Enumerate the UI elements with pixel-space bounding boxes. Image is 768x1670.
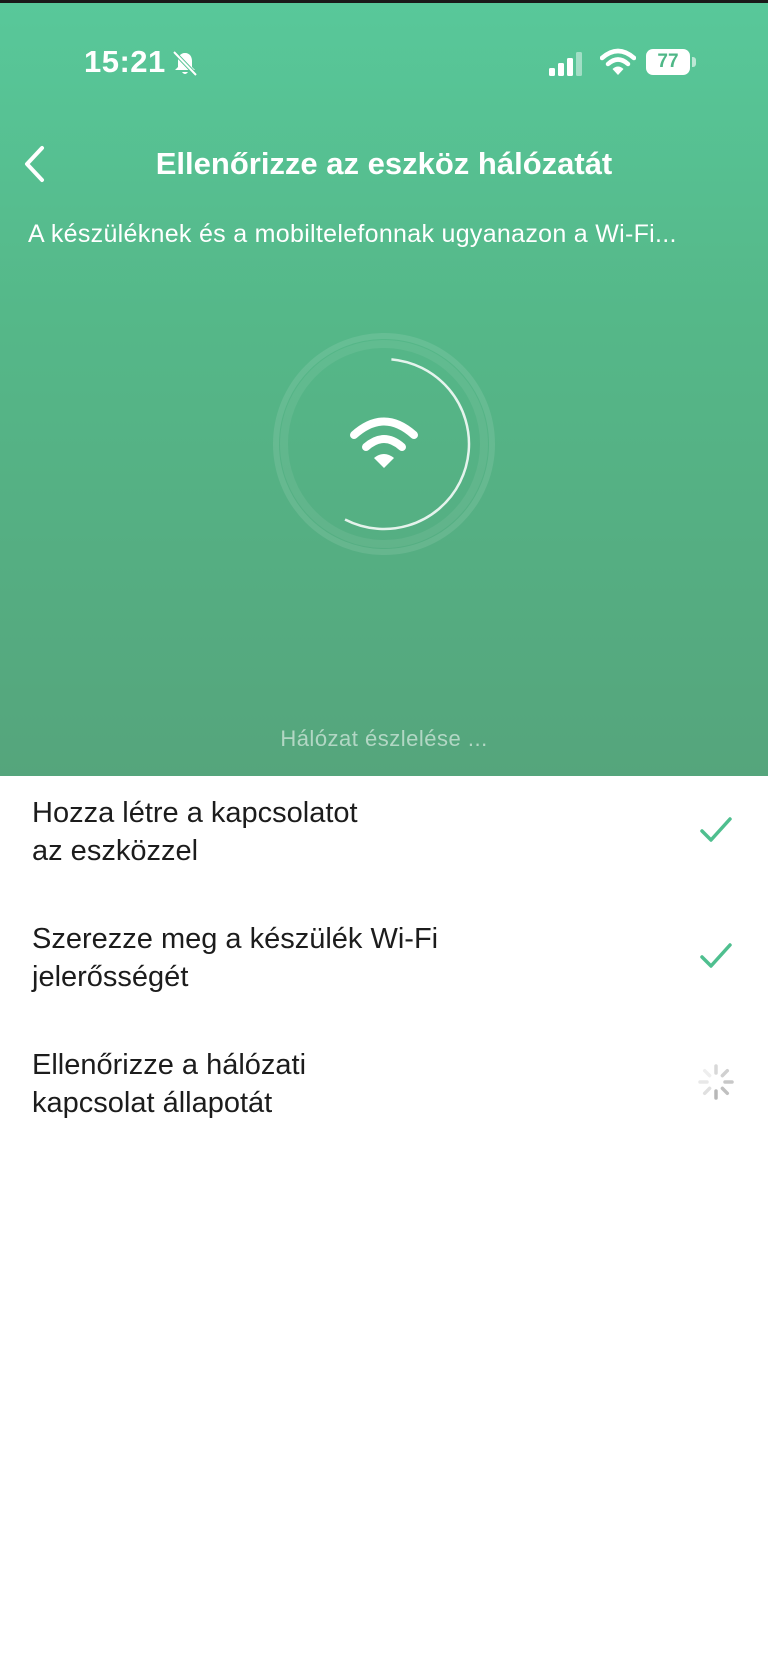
list-item: Szerezze meg a készülék Wi-Fi jelerősség… — [0, 920, 768, 1020]
step-label-line1: Ellenőrizze a hálózati — [32, 1049, 307, 1081]
step-label-line1: Hozza létre a kapcsolatot — [32, 797, 358, 829]
bell-muted-icon — [172, 50, 198, 77]
top-edge — [0, 0, 768, 3]
check-icon — [700, 943, 732, 968]
battery-tip — [692, 57, 696, 67]
hero-panel: 15:21 77 Ellenőrizze az eszköz hálózatát… — [0, 0, 768, 776]
screen: 15:21 77 Ellenőrizze az eszköz hálózatát… — [0, 0, 768, 1670]
step-label: Hozza létre a kapcsolatot az eszközzel — [32, 794, 552, 870]
battery-icon: 77 — [646, 49, 690, 75]
signal-icon — [549, 52, 582, 76]
network-scanner — [273, 333, 495, 555]
status-time: 15:21 — [84, 44, 166, 79]
check-icon — [700, 817, 732, 842]
wifi-icon — [600, 48, 636, 75]
step-label-line2: kapcsolat állapotát — [32, 1087, 273, 1119]
page-subtitle: A készüléknek és a mobiltelefonnak ugyan… — [28, 220, 677, 248]
list-item: Hozza létre a kapcsolatot az eszközzel — [0, 794, 768, 894]
page-title: Ellenőrizze az eszköz hálózatát — [155, 146, 613, 181]
step-label-line2: az eszközzel — [32, 835, 199, 867]
step-label-line1: Szerezze meg a készülék Wi-Fi — [32, 923, 439, 955]
wifi-icon — [350, 417, 418, 468]
spinner-icon — [698, 1064, 734, 1100]
step-label: Szerezze meg a készülék Wi-Fi jelerősség… — [32, 920, 552, 996]
step-label-line2: jelerősségét — [32, 961, 189, 993]
detection-status: Hálózat észlelése ... — [280, 726, 488, 751]
battery-level: 77 — [657, 51, 679, 72]
list-item: Ellenőrizze a hálózati kapcsolat állapot… — [0, 1046, 768, 1146]
progress-ring — [297, 357, 471, 531]
step-label: Ellenőrizze a hálózati kapcsolat állapot… — [32, 1046, 552, 1122]
